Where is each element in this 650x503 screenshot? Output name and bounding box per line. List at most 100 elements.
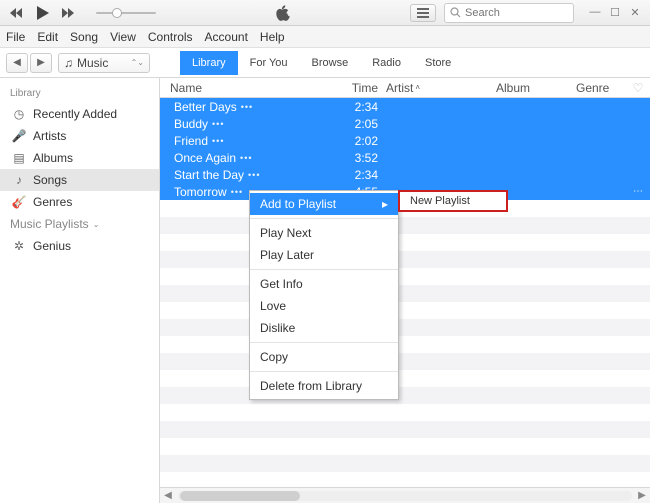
ctx-separator [250, 342, 398, 343]
tab-browse[interactable]: Browse [300, 51, 361, 75]
menu-file[interactable]: File [6, 30, 25, 44]
menu-song[interactable]: Song [70, 30, 98, 44]
menu-controls[interactable]: Controls [148, 30, 193, 44]
menu-account[interactable]: Account [205, 30, 248, 44]
ctx-copy[interactable]: Copy [250, 346, 398, 368]
track-row[interactable]: Friend •••2:02 [160, 132, 650, 149]
sidebar-library-header: Library [0, 84, 159, 103]
play-button[interactable] [34, 4, 52, 22]
ctx-label: Add to Playlist [260, 197, 336, 211]
context-submenu: New Playlist [398, 190, 508, 212]
ctx-love[interactable]: Love [250, 295, 398, 317]
sidebar-item-label: Albums [33, 151, 73, 165]
track-row[interactable]: Start the Day •••2:34 [160, 166, 650, 183]
sidebar-item-albums[interactable]: ▤Albums [0, 147, 159, 169]
ctx-add-to-playlist[interactable]: Add to Playlist ▸ [250, 193, 398, 215]
sidebar: Library ◷Recently Added 🎤 Artists ▤Albums♪S… [0, 78, 160, 503]
more-icon[interactable]: ••• [212, 136, 224, 146]
menu-edit[interactable]: Edit [37, 30, 58, 44]
track-row[interactable]: Buddy •••2:05 [160, 115, 650, 132]
tab-store[interactable]: Store [413, 51, 463, 75]
music-icon: ♫ [64, 56, 73, 70]
track-time: 2:34 [338, 168, 386, 182]
menu-view[interactable]: View [110, 30, 136, 44]
ctx-label: Get Info [260, 277, 303, 291]
content-area: Name Time Artist ˄ Album Genre ♡ Better … [160, 78, 650, 503]
sidebar-playlists-label: Music Playlists [10, 217, 89, 231]
empty-row [160, 234, 650, 251]
maximize-button[interactable]: ☐ [608, 6, 622, 19]
col-name[interactable]: Name [160, 81, 338, 95]
col-artist-label: Artist [386, 81, 413, 95]
more-icon[interactable]: ••• [240, 153, 252, 163]
menu-help[interactable]: Help [260, 30, 285, 44]
next-button[interactable] [60, 4, 78, 22]
ctx-play-next[interactable]: Play Next [250, 222, 398, 244]
close-button[interactable]: ✕ [628, 6, 642, 19]
more-icon[interactable]: ••• [231, 187, 243, 197]
track-time: 2:02 [338, 134, 386, 148]
sidebar-item-genres[interactable]: 🎸Genres [0, 191, 159, 213]
ctx-separator [250, 218, 398, 219]
minimize-button[interactable]: — [588, 6, 602, 19]
volume-slider[interactable] [96, 12, 156, 14]
ctx-new-playlist[interactable]: New Playlist [400, 191, 506, 211]
apple-logo [156, 5, 410, 21]
header-tabs: LibraryFor YouBrowseRadioStore [180, 51, 463, 75]
sidebar-item-artists[interactable]: 🎤 Artists [0, 125, 159, 147]
source-dropdown[interactable]: ♫ Music ⌃⌄ [58, 53, 150, 73]
tab-library[interactable]: Library [180, 51, 238, 75]
empty-row [160, 268, 650, 285]
col-cloud[interactable]: ♡ [626, 81, 650, 95]
titlebar-right: — ☐ ✕ [410, 3, 642, 23]
scroll-right-button[interactable]: ▶ [634, 490, 650, 501]
ctx-play-later[interactable]: Play Later [250, 244, 398, 266]
ctx-separator [250, 371, 398, 372]
col-album[interactable]: Album [496, 81, 576, 95]
search-icon [450, 7, 461, 18]
scroll-track[interactable] [178, 491, 632, 501]
note-icon: ♪ [12, 173, 26, 187]
col-artist[interactable]: Artist ˄ [386, 81, 496, 95]
scroll-thumb[interactable] [180, 491, 300, 501]
empty-row [160, 251, 650, 268]
sidebar-item-genius[interactable]: ✲Genius [0, 235, 159, 257]
track-time: 3:52 [338, 151, 386, 165]
back-button[interactable]: ◀ [6, 53, 28, 73]
forward-button[interactable]: ▶ [30, 53, 52, 73]
track-row[interactable]: Once Again ••• 3:52 [160, 149, 650, 166]
heart-icon: ♡ [633, 81, 644, 95]
ctx-delete-from-library[interactable]: Delete from Library [250, 375, 398, 397]
ctx-label: Delete from Library [260, 379, 362, 393]
sidebar-item-songs[interactable]: ♪Songs [0, 169, 159, 191]
genius-icon: ✲ [12, 239, 26, 253]
empty-row [160, 217, 650, 234]
tab-radio[interactable]: Radio [360, 51, 413, 75]
sidebar-item-recently-added[interactable]: ◷Recently Added [0, 103, 159, 125]
col-time[interactable]: Time [338, 81, 386, 95]
sidebar-item-label: Artists [33, 129, 66, 143]
guitar-icon: 🎸 [12, 195, 26, 209]
clock-icon: ◷ [12, 107, 26, 121]
scroll-left-button[interactable]: ◀ [160, 490, 176, 501]
more-icon[interactable]: ••• [248, 170, 260, 180]
empty-row [160, 336, 650, 353]
list-view-button[interactable] [410, 4, 436, 22]
track-name: Once Again [174, 151, 236, 165]
more-icon[interactable]: ••• [241, 102, 253, 112]
track-row[interactable]: Better Days •••2:34 [160, 98, 650, 115]
more-icon[interactable]: ••• [212, 119, 224, 129]
col-genre[interactable]: Genre [576, 81, 626, 95]
track-name: Tomorrow [174, 185, 227, 199]
submenu-arrow-icon: ▸ [382, 197, 388, 211]
search-field[interactable] [444, 3, 574, 23]
ctx-label: Play Next [260, 226, 311, 240]
sidebar-playlists-header[interactable]: Music Playlists ⌄ [0, 213, 159, 235]
tab-for-you[interactable]: For You [238, 51, 300, 75]
ctx-dislike[interactable]: Dislike [250, 317, 398, 339]
previous-button[interactable] [8, 4, 26, 22]
ctx-get-info[interactable]: Get Info [250, 273, 398, 295]
search-input[interactable] [465, 7, 568, 19]
mic-icon: 🎤 [12, 129, 26, 143]
horizontal-scrollbar[interactable]: ◀ ▶ [160, 487, 650, 503]
